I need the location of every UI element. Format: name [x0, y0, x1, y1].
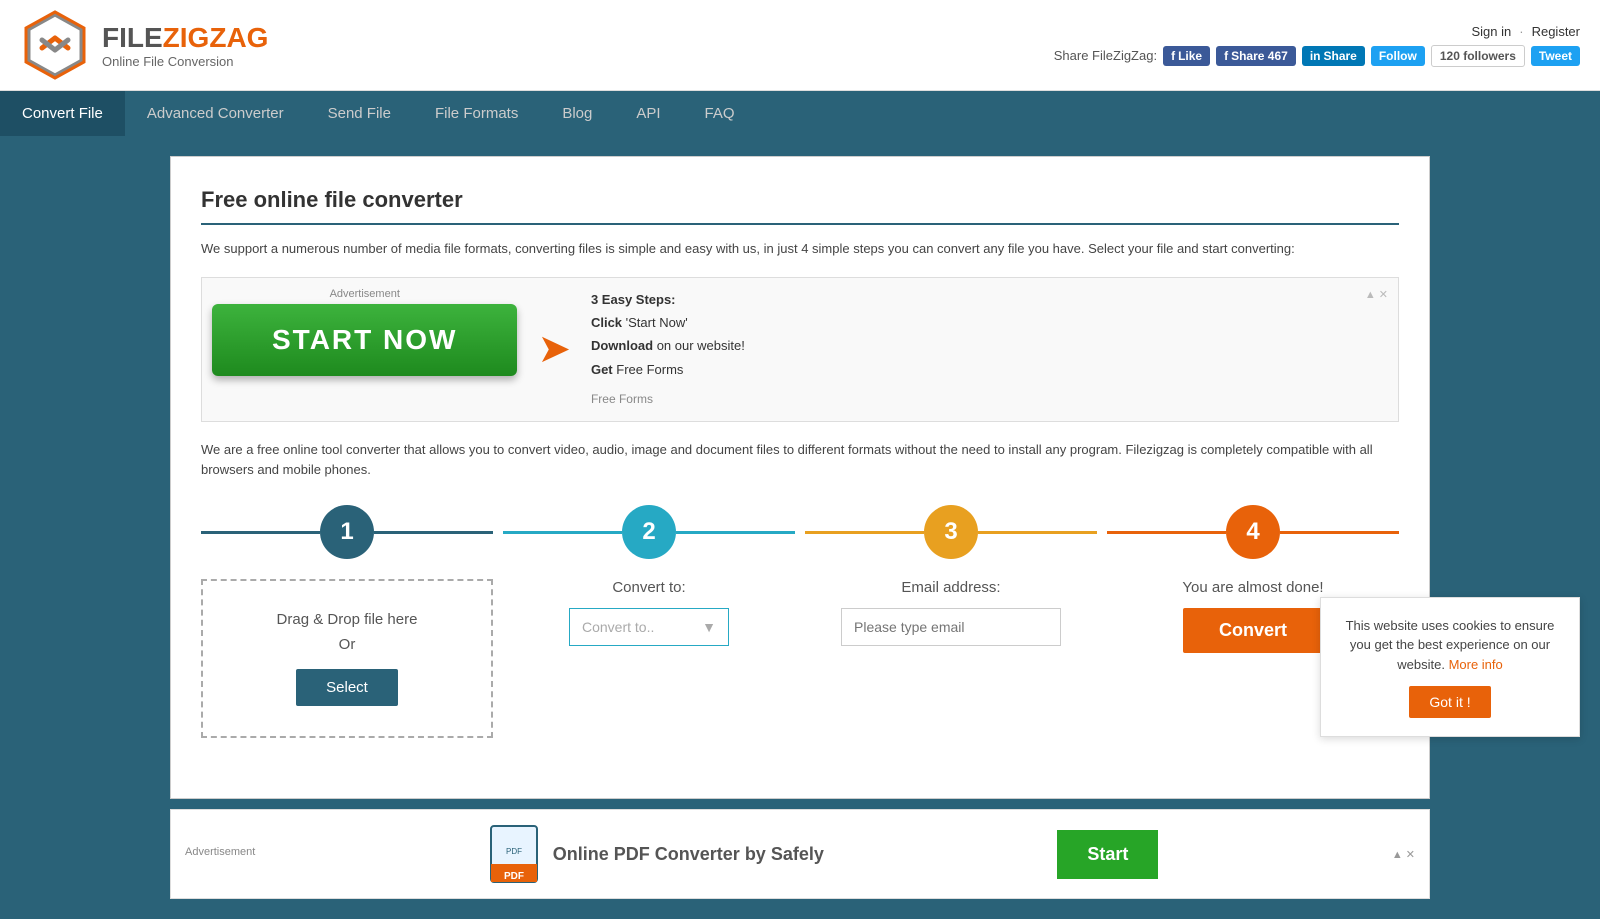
page-title: Free online file converter	[201, 187, 1399, 225]
ad-label: Advertisement	[212, 288, 517, 300]
steps-row: 1 Drag & Drop file here Or Select 2 Conv…	[201, 505, 1399, 738]
pdf-icon: PDF PDF	[489, 824, 539, 884]
nav-api[interactable]: API	[614, 91, 682, 136]
step-4-line-container: 4	[1107, 505, 1399, 559]
svg-text:PDF: PDF	[506, 847, 522, 856]
main-card: Free online file converter We support a …	[170, 156, 1430, 799]
bottom-ad: Advertisement PDF PDF Online PDF Convert…	[170, 809, 1430, 899]
step-3-label: Email address:	[901, 579, 1000, 596]
step-1-circle: 1	[320, 505, 374, 559]
ad-steps-title: 3 Easy Steps:	[591, 292, 676, 307]
step-4-line-right	[1280, 531, 1399, 534]
step-2-col: 2 Convert to: Convert to.. ▼	[503, 505, 795, 738]
fb-like-btn[interactable]: f Like	[1163, 46, 1210, 66]
ad-close-icon: ▲ ✕	[1365, 288, 1388, 301]
start-now-button[interactable]: START NOW	[212, 304, 517, 376]
fb-share-btn[interactable]: f Share 467	[1216, 46, 1296, 66]
nav-file-formats[interactable]: File Formats	[413, 91, 540, 136]
step-4-circle: 4	[1226, 505, 1280, 559]
ad-close[interactable]: ▲ ✕	[1365, 288, 1388, 301]
step-2-circle: 2	[622, 505, 676, 559]
logo-zigzag: ZIGZAG	[163, 22, 269, 53]
bottom-ad-close[interactable]: ▲ ✕	[1392, 848, 1415, 861]
main-nav: Convert File Advanced Converter Send Fil…	[0, 91, 1600, 136]
ad-step2: Download on our website!	[591, 338, 745, 353]
header-top-links: Sign in · Register	[1471, 24, 1580, 39]
bottom-ad-title: Online PDF Converter by Safely	[553, 844, 824, 865]
cookie-notice: This website uses cookies to ensure you …	[1320, 597, 1580, 738]
tw-tweet-btn[interactable]: Tweet	[1531, 46, 1580, 66]
logo-icon	[20, 10, 90, 80]
tw-follow-btn[interactable]: Follow	[1371, 46, 1425, 66]
nav-advanced-converter[interactable]: Advanced Converter	[125, 91, 306, 136]
site-header: FILEZIGZAG Online File Conversion Sign i…	[0, 0, 1600, 91]
sign-in-link[interactable]: Sign in	[1471, 24, 1511, 39]
li-icon: in	[1310, 49, 1321, 63]
step-4-label: You are almost done!	[1182, 579, 1323, 596]
nav-blog[interactable]: Blog	[540, 91, 614, 136]
convert-to-placeholder: Convert to..	[582, 619, 654, 635]
step-4-line-left	[1107, 531, 1226, 534]
header-right: Sign in · Register Share FileZigZag: f L…	[1054, 24, 1580, 67]
step-3-line-container: 3	[805, 505, 1097, 559]
email-input[interactable]	[841, 608, 1061, 646]
main-bg: Free online file converter We support a …	[0, 136, 1600, 919]
logo-file: FILE	[102, 22, 163, 53]
separator-dot: ·	[1519, 24, 1523, 39]
ad-steps: 3 Easy Steps: Click 'Start Now' Download…	[591, 288, 745, 411]
got-it-button[interactable]: Got it !	[1409, 686, 1490, 718]
bottom-ad-label: Advertisement	[185, 846, 255, 858]
step-3-circle: 3	[924, 505, 978, 559]
or-text: Or	[223, 636, 471, 653]
svg-text:PDF: PDF	[504, 871, 524, 882]
tw-followers-badge[interactable]: 120 followers	[1431, 45, 1525, 67]
li-share-btn[interactable]: in Share	[1302, 46, 1365, 66]
drop-area[interactable]: Drag & Drop file here Or Select	[201, 579, 493, 738]
dropdown-icon: ▼	[702, 619, 716, 635]
ad-banner: Advertisement START NOW ➤ 3 Easy Steps: …	[201, 277, 1399, 422]
step-2-line-left	[503, 531, 622, 534]
nav-send-file[interactable]: Send File	[306, 91, 413, 136]
nav-convert-file[interactable]: Convert File	[0, 91, 125, 136]
convert-to-select[interactable]: Convert to.. ▼	[569, 608, 729, 646]
step-3-col: 3 Email address:	[805, 505, 1097, 738]
step-1-col: 1 Drag & Drop file here Or Select	[201, 505, 493, 738]
description: We support a numerous number of media fi…	[201, 239, 1399, 259]
ad-arrow-icon: ➤	[537, 326, 571, 372]
share-label: Share FileZigZag:	[1054, 48, 1157, 63]
cookie-text: This website uses cookies to ensure you …	[1341, 616, 1559, 675]
step-1-line-left	[201, 531, 320, 534]
step-3-line-left	[805, 531, 924, 534]
drag-drop-label: Drag & Drop file here	[223, 611, 471, 628]
step-2-label: Convert to:	[612, 579, 685, 596]
register-link[interactable]: Register	[1532, 24, 1580, 39]
ad-step1: Click 'Start Now'	[591, 315, 688, 330]
fb-share-icon: f	[1224, 49, 1228, 63]
logo-area: FILEZIGZAG Online File Conversion	[20, 10, 268, 80]
logo-subtitle: Online File Conversion	[102, 54, 268, 69]
ad-free-forms: Free Forms	[591, 389, 745, 411]
step-2-line-container: 2	[503, 505, 795, 559]
social-row: Share FileZigZag: f Like f Share 467 in …	[1054, 45, 1580, 67]
nav-faq[interactable]: FAQ	[683, 91, 757, 136]
select-button[interactable]: Select	[296, 669, 398, 706]
ad-step3: Get Free Forms	[591, 362, 683, 377]
fb-icon: f	[1171, 49, 1175, 63]
more-info-link[interactable]: More info	[1449, 657, 1503, 672]
bottom-ad-close-icon: ▲ ✕	[1392, 848, 1415, 861]
step-3-line-right	[978, 531, 1097, 534]
step-1-line-container: 1	[201, 505, 493, 559]
bottom-ad-start-button[interactable]: Start	[1057, 830, 1158, 879]
bottom-ad-left: PDF PDF Online PDF Converter by Safely	[489, 824, 824, 884]
step-2-line-right	[676, 531, 795, 534]
logo-text: FILEZIGZAG Online File Conversion	[102, 22, 268, 69]
convert-button[interactable]: Convert	[1183, 608, 1323, 653]
step-1-line-right	[374, 531, 493, 534]
body-text: We are a free online tool converter that…	[201, 440, 1399, 482]
logo-name: FILEZIGZAG	[102, 22, 268, 54]
